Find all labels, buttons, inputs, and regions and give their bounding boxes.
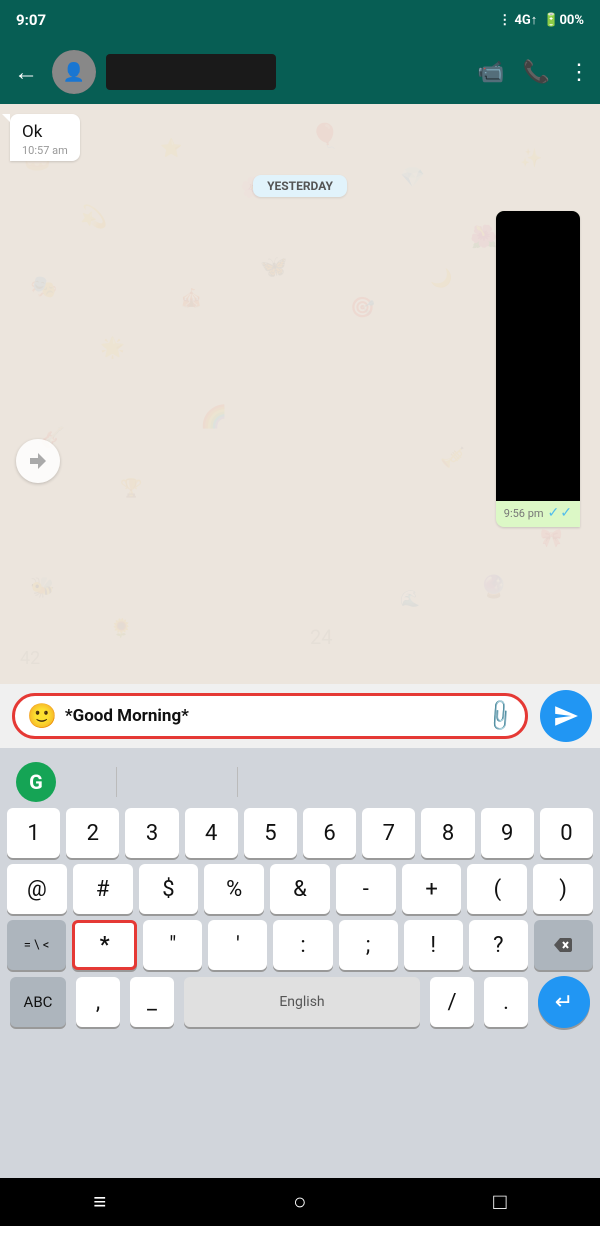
key-colon[interactable]: : (273, 920, 332, 970)
key-9[interactable]: 9 (481, 808, 534, 858)
key-abc[interactable]: ABC (10, 977, 66, 1027)
svg-text:🔮: 🔮 (480, 574, 507, 600)
key-5[interactable]: 5 (244, 808, 297, 858)
key-period[interactable]: . (484, 977, 528, 1027)
contact-name-redacted (106, 54, 276, 90)
nav-back-icon[interactable]: □ (493, 1189, 506, 1215)
grammarly-button[interactable]: G (16, 762, 56, 802)
key-exclaim[interactable]: ! (404, 920, 463, 970)
svg-text:🐝: 🐝 (30, 575, 55, 599)
key-at[interactable]: @ (7, 864, 67, 914)
read-receipts: ✓ ✓ (548, 505, 572, 521)
back-button[interactable]: ← (10, 54, 42, 91)
key-slash[interactable]: / (430, 977, 474, 1027)
key-underscore[interactable]: _ (130, 977, 174, 1027)
outgoing-video-message[interactable]: 9:56 pm ✓ ✓ (496, 211, 580, 527)
divider-2 (237, 767, 238, 797)
key-squote[interactable]: ' (208, 920, 267, 970)
forward-button[interactable] (16, 439, 60, 483)
chat-area: 🎂 💫 ⭐ 🌸 🎈 💎 🌺 ✨ 🎭 🌟 🎪 🦋 🎯 🌙 ⚡ 🎸 🏆 🌈 🎺 🦄 … (0, 104, 600, 684)
day-separator: YESTERDAY (253, 175, 347, 197)
symbol-row-2: = \ < * " ' : ; ! ? (4, 920, 596, 970)
battery-icon: 🔋00% (543, 13, 584, 28)
send-button[interactable] (540, 690, 592, 742)
key-asterisk[interactable]: * (72, 920, 137, 970)
chat-header: ← 👤 📹 📞 ⋮ (0, 40, 600, 104)
check-icon-2: ✓ (560, 505, 572, 521)
header-actions: 📹 📞 ⋮ (477, 60, 590, 85)
video-call-button[interactable]: 📹 (477, 60, 504, 85)
key-2[interactable]: 2 (66, 808, 119, 858)
key-1[interactable]: 1 (7, 808, 60, 858)
number-row: 1 2 3 4 5 6 7 8 9 0 (4, 808, 596, 858)
key-comma[interactable]: , (76, 977, 120, 1027)
key-delete[interactable] (534, 920, 593, 970)
key-lparen[interactable]: ( (467, 864, 527, 914)
svg-text:👤: 👤 (63, 61, 85, 83)
nav-home-icon[interactable]: ○ (293, 1189, 306, 1215)
status-time: 9:07 (16, 11, 46, 29)
nav-bar: ≡ ○ □ (0, 1178, 600, 1226)
symbol-row-1: @ # $ % & - + ( ) (4, 864, 596, 914)
key-6[interactable]: 6 (303, 808, 356, 858)
key-hash[interactable]: # (73, 864, 133, 914)
nav-menu-icon[interactable]: ≡ (93, 1189, 106, 1215)
key-dquote[interactable]: " (143, 920, 202, 970)
svg-text:42: 42 (20, 648, 40, 669)
key-3[interactable]: 3 (125, 808, 178, 858)
key-semicolon[interactable]: ; (339, 920, 398, 970)
menu-button[interactable]: ⋮ (568, 60, 590, 85)
key-percent[interactable]: % (204, 864, 264, 914)
key-dollar[interactable]: $ (139, 864, 199, 914)
video-time: 9:56 pm (504, 507, 544, 520)
check-icon-1: ✓ (548, 505, 560, 521)
status-icons: ⋮ 4G↑ 🔋00% (498, 12, 584, 28)
bottom-row: ABC , _ English / . ↵ (4, 976, 596, 1028)
video-time-row: 9:56 pm ✓ ✓ (496, 501, 580, 527)
key-plus[interactable]: + (402, 864, 462, 914)
key-0[interactable]: 0 (540, 808, 593, 858)
incoming-message: Ok 10:57 am (10, 114, 80, 161)
key-minus[interactable]: - (336, 864, 396, 914)
key-4[interactable]: 4 (185, 808, 238, 858)
key-equals[interactable]: = \ < (7, 920, 66, 970)
key-rparen[interactable]: ) (533, 864, 593, 914)
messages-list: Ok 10:57 am YESTERDAY 9:56 pm ✓ ✓ (0, 104, 600, 527)
key-space[interactable]: English (184, 977, 420, 1027)
emoji-button[interactable]: 🙂 (27, 702, 57, 730)
message-time: 10:57 am (22, 144, 68, 157)
contact-avatar[interactable]: 👤 (52, 50, 96, 94)
divider-1 (116, 767, 117, 797)
keyboard: G 1 2 3 4 5 6 7 8 9 0 @ # $ % & - + ( ) … (0, 748, 600, 1178)
svg-text:24: 24 (310, 625, 332, 649)
key-8[interactable]: 8 (421, 808, 474, 858)
key-7[interactable]: 7 (362, 808, 415, 858)
svg-text:🌻: 🌻 (110, 617, 132, 639)
key-enter[interactable]: ↵ (538, 976, 590, 1028)
message-text: Ok (22, 122, 42, 142)
input-container: 🙂 *Good Morning* 📎 (0, 684, 600, 748)
attach-button[interactable]: 📎 (481, 697, 518, 734)
grammarly-row: G (4, 756, 596, 808)
status-bar: 9:07 ⋮ 4G↑ 🔋00% (0, 0, 600, 40)
message-input[interactable]: *Good Morning* (65, 706, 478, 726)
message-input-area[interactable]: 🙂 *Good Morning* 📎 (12, 693, 528, 739)
signal-icon: ⋮ 4G↑ (498, 12, 537, 28)
call-button[interactable]: 📞 (523, 60, 550, 85)
svg-text:🎀: 🎀 (540, 528, 562, 549)
key-question[interactable]: ? (469, 920, 528, 970)
video-thumbnail (496, 211, 580, 501)
key-amp[interactable]: & (270, 864, 330, 914)
svg-text:🌊: 🌊 (400, 589, 420, 608)
